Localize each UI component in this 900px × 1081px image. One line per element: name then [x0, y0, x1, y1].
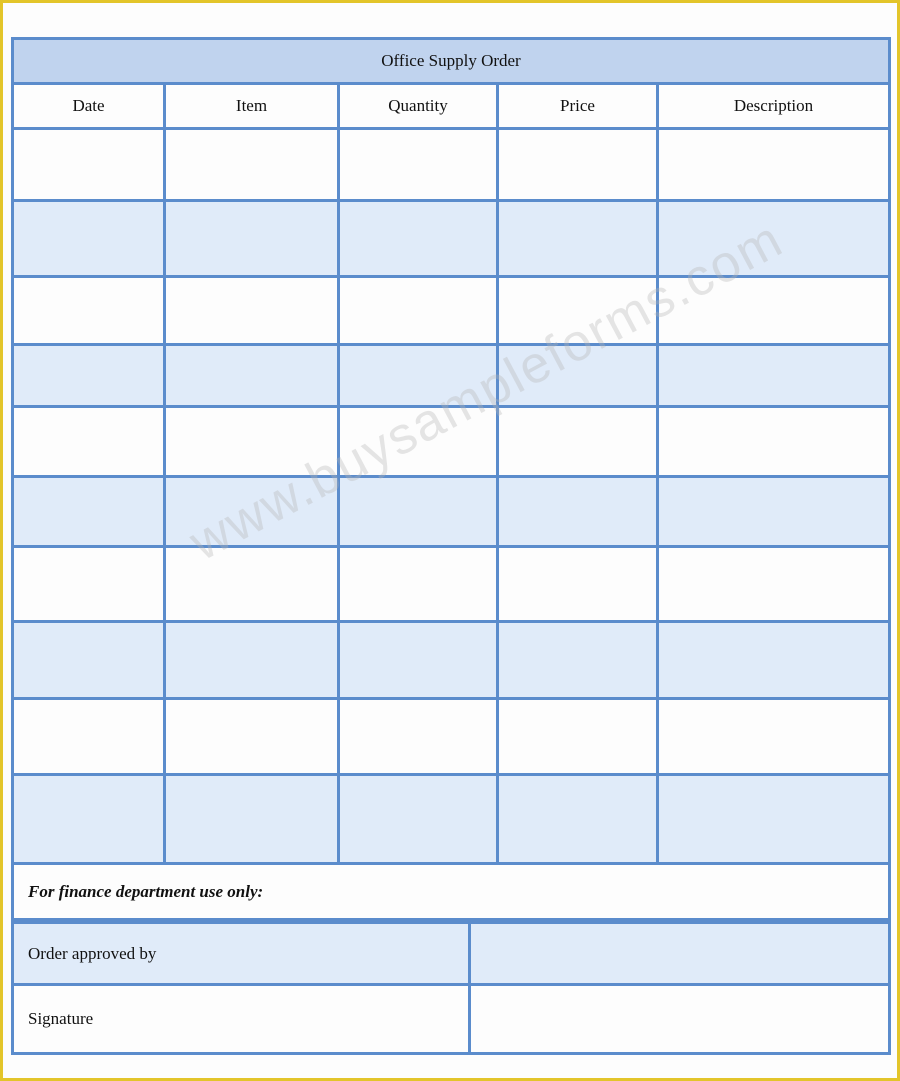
cell-description[interactable]: [655, 343, 892, 408]
cell-description[interactable]: [655, 545, 892, 623]
cell-item[interactable]: [163, 697, 340, 776]
table-row: [11, 275, 892, 346]
cell-description[interactable]: [655, 275, 892, 346]
cell-item[interactable]: [163, 275, 340, 346]
cell-item[interactable]: [163, 405, 340, 478]
cell-description[interactable]: [655, 475, 892, 548]
cell-quantity[interactable]: [337, 697, 499, 776]
col-header-price: Price: [496, 82, 659, 130]
table-row: [11, 405, 892, 478]
cell-date[interactable]: [11, 697, 166, 776]
cell-price[interactable]: [496, 773, 659, 865]
cell-quantity[interactable]: [337, 199, 499, 278]
table-row: [11, 545, 892, 623]
table-row: [11, 620, 892, 700]
cell-description[interactable]: [655, 405, 892, 478]
cell-quantity[interactable]: [337, 343, 499, 408]
order-approved-field[interactable]: [468, 921, 891, 986]
cell-date[interactable]: [11, 620, 166, 700]
form-title: Office Supply Order: [10, 37, 892, 85]
cell-quantity[interactable]: [337, 773, 499, 865]
cell-quantity[interactable]: [337, 475, 499, 548]
column-header-row: Date Item Quantity Price Description: [11, 82, 892, 130]
cell-item[interactable]: [163, 773, 340, 865]
cell-item[interactable]: [163, 343, 340, 408]
cell-quantity[interactable]: [337, 127, 499, 202]
cell-item[interactable]: [163, 620, 340, 700]
cell-quantity[interactable]: [337, 545, 499, 623]
cell-quantity[interactable]: [337, 275, 499, 346]
order-form-table: Office Supply Order Date Item Quantity P…: [10, 37, 892, 921]
table-row: [11, 773, 892, 865]
cell-date[interactable]: [11, 275, 166, 346]
cell-item[interactable]: [163, 127, 340, 202]
cell-price[interactable]: [496, 199, 659, 278]
table-row: [11, 127, 892, 202]
cell-date[interactable]: [11, 127, 166, 202]
col-header-quantity: Quantity: [337, 82, 499, 130]
cell-date[interactable]: [11, 545, 166, 623]
finance-note: For finance department use only:: [10, 862, 892, 921]
order-approved-label: Order approved by: [11, 921, 471, 986]
signature-field[interactable]: [468, 983, 891, 1055]
table-row: [11, 475, 892, 548]
table-row: [11, 343, 892, 408]
table-row: [11, 199, 892, 278]
cell-date[interactable]: [11, 343, 166, 408]
cell-description[interactable]: [655, 697, 892, 776]
cell-description[interactable]: [655, 127, 892, 202]
cell-description[interactable]: [655, 199, 892, 278]
cell-description[interactable]: [655, 620, 892, 700]
table-row: [11, 697, 892, 776]
col-header-item: Item: [163, 82, 340, 130]
cell-price[interactable]: [496, 343, 659, 408]
cell-price[interactable]: [496, 545, 659, 623]
signature-label: Signature: [11, 983, 471, 1055]
cell-quantity[interactable]: [337, 405, 499, 478]
cell-date[interactable]: [11, 199, 166, 278]
cell-item[interactable]: [163, 475, 340, 548]
cell-quantity[interactable]: [337, 620, 499, 700]
col-header-description: Description: [655, 82, 892, 130]
cell-date[interactable]: [11, 405, 166, 478]
cell-price[interactable]: [496, 275, 659, 346]
cell-price[interactable]: [496, 475, 659, 548]
col-header-date: Date: [11, 82, 166, 130]
cell-description[interactable]: [655, 773, 892, 865]
cell-item[interactable]: [163, 199, 340, 278]
cell-price[interactable]: [496, 697, 659, 776]
approval-table: Order approved by Signature: [11, 921, 891, 1055]
cell-price[interactable]: [496, 405, 659, 478]
cell-price[interactable]: [496, 620, 659, 700]
cell-price[interactable]: [496, 127, 659, 202]
cell-date[interactable]: [11, 475, 166, 548]
cell-date[interactable]: [11, 773, 166, 865]
cell-item[interactable]: [163, 545, 340, 623]
